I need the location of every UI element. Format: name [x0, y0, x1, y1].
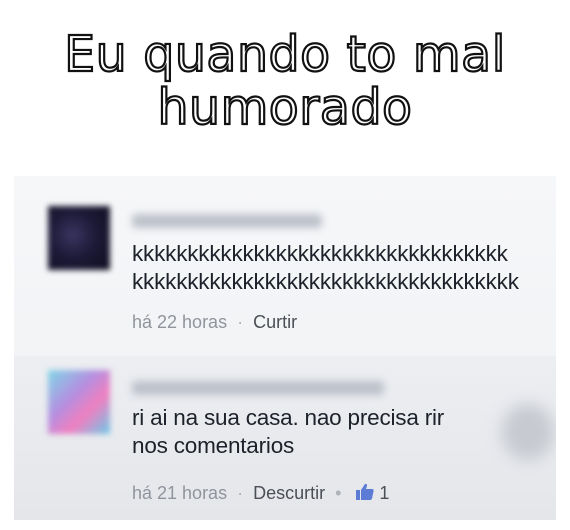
like-count[interactable]: 1: [379, 483, 389, 503]
meta-separator: ·: [237, 312, 244, 332]
meme-title-line-1: Eu quando to mal: [63, 26, 506, 83]
meta-separator: ·: [237, 483, 244, 503]
comments-screenshot: kkkkkkkkkkkkkkkkkkkkkkkkkkkkkkkkkk kkkkk…: [14, 176, 556, 520]
comment-author-name-blurred[interactable]: [132, 214, 322, 228]
comment-item: ri ai na sua casa. nao precisa rir nos c…: [14, 356, 556, 520]
avatar[interactable]: [48, 370, 110, 434]
comment-author-name-blurred[interactable]: [132, 381, 384, 395]
meta-separator-dot: •: [335, 483, 342, 503]
meme-title: Eu quando to mal humorado: [0, 26, 570, 136]
comment-meta: há 21 horas · Descurtir • 1: [132, 482, 389, 507]
comment-item: kkkkkkkkkkkkkkkkkkkkkkkkkkkkkkkkkk kkkkk…: [14, 176, 556, 348]
comment-text: kkkkkkkkkkkkkkkkkkkkkkkkkkkkkkkkkk kkkkk…: [132, 241, 519, 294]
comment-timestamp[interactable]: há 22 horas: [132, 312, 227, 332]
comment-text: ri ai na sua casa. nao precisa rir nos c…: [132, 405, 445, 458]
comment-timestamp[interactable]: há 21 horas: [132, 483, 227, 503]
meme-title-line-2: humorado: [156, 79, 413, 136]
comment-meta: há 22 horas · Curtir: [132, 311, 297, 333]
blurred-reaction-avatar: [502, 404, 554, 460]
thumbs-up-icon[interactable]: [355, 482, 375, 507]
like-button[interactable]: Curtir: [253, 312, 297, 332]
unlike-button[interactable]: Descurtir: [253, 483, 325, 503]
avatar[interactable]: [48, 206, 110, 270]
